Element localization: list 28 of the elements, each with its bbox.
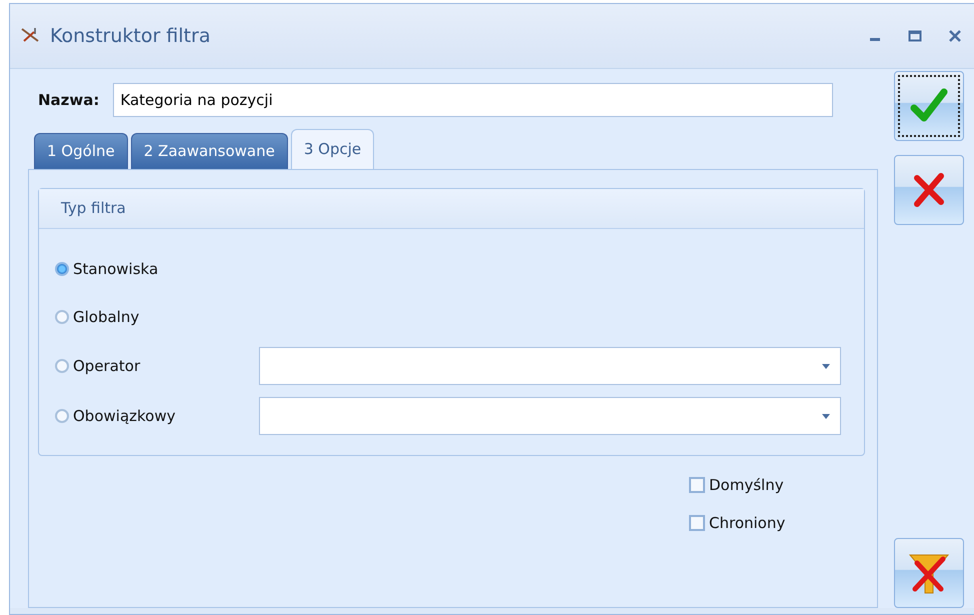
- dropdown-field[interactable]: [259, 397, 841, 435]
- option-label: Globalny: [73, 308, 140, 326]
- radio-button[interactable]: [55, 262, 69, 276]
- radio-button[interactable]: [55, 310, 69, 324]
- confirm-button[interactable]: [894, 71, 964, 141]
- tab[interactable]: 3 Opcje: [290, 129, 374, 169]
- dropdown-field[interactable]: [259, 347, 841, 385]
- window-title: Konstruktor filtra: [50, 25, 212, 47]
- radio-button[interactable]: [55, 359, 69, 373]
- caret-icon: [822, 364, 830, 368]
- checkbox[interactable]: [689, 515, 705, 531]
- close-icon[interactable]: [948, 29, 962, 43]
- option-label: Operator: [73, 357, 142, 375]
- option-label: Stanowiska: [73, 260, 160, 278]
- checkbox-label: Chroniony: [709, 514, 786, 532]
- tab[interactable]: 1 Ogólne: [34, 133, 128, 169]
- name-field[interactable]: Kategoria na pozycji: [113, 83, 834, 117]
- checkbox-label: Domyślny: [709, 476, 784, 494]
- option-label: Obowiązkowy: [73, 407, 176, 425]
- cancel-button[interactable]: [894, 155, 964, 225]
- maximize-icon[interactable]: [908, 29, 922, 43]
- checkbox[interactable]: [689, 477, 705, 493]
- group-title: Typ filtra: [61, 199, 126, 217]
- name-label: Nazwa:: [38, 91, 100, 109]
- radio-button[interactable]: [55, 409, 69, 423]
- tab[interactable]: 2 Zaawansowane: [130, 133, 288, 169]
- clear-filter-button[interactable]: [894, 538, 964, 608]
- caret-icon: [822, 414, 830, 418]
